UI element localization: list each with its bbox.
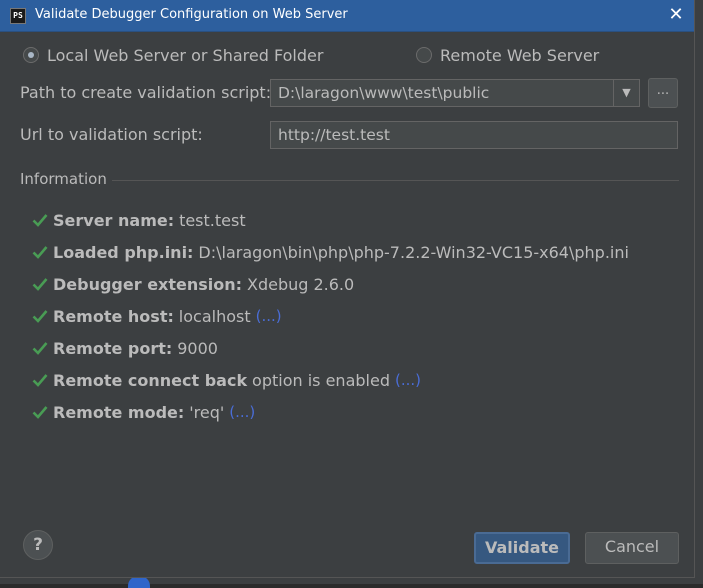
info-key: Server name: [53,210,175,230]
list-item: Debugger extension: Xdebug 2.6.0 [32,268,629,300]
help-button[interactable]: ? [23,530,53,560]
path-combobox[interactable]: D:\laragon\www\test\public ▼ [270,79,640,107]
details-link[interactable]: (...) [229,403,255,421]
close-icon[interactable]: ✕ [666,5,686,25]
path-value[interactable]: D:\laragon\www\test\public [278,84,489,102]
info-key: Remote mode: [53,402,185,422]
chevron-down-icon[interactable]: ▼ [613,80,639,106]
info-value: D:\laragon\bin\php\php-7.2.2-Win32-VC15-… [198,242,629,262]
check-icon [32,342,48,355]
check-icon [32,214,48,227]
path-label: Path to create validation script: [20,83,272,102]
radio-button-icon[interactable] [416,47,432,63]
cancel-button[interactable]: Cancel [585,532,679,564]
info-value: 9000 [177,338,218,358]
info-value: test.test [179,210,246,230]
info-key: Loaded php.ini: [53,242,194,262]
list-item: Loaded php.ini: D:\laragon\bin\php\php-7… [32,236,629,268]
title-bar[interactable]: PS Validate Debugger Configuration on We… [0,0,694,32]
check-icon [32,278,48,291]
window-title: Validate Debugger Configuration on Web S… [35,7,348,22]
check-icon [32,406,48,419]
radio-button-checked-icon[interactable] [23,47,39,63]
information-title: Information [20,170,107,188]
details-link[interactable]: (...) [395,371,421,389]
list-item: Remote connect back option is enabled (.… [32,364,629,396]
info-key: Debugger extension: [53,274,243,294]
radio-local-server[interactable]: Local Web Server or Shared Folder [23,44,323,66]
validate-debugger-dialog: PS Validate Debugger Configuration on We… [0,0,695,578]
divider [112,180,679,181]
phpstorm-icon: PS [10,8,26,24]
list-item: Remote mode: 'req' (...) [32,396,629,428]
info-key: Remote host: [53,306,174,326]
url-label: Url to validation script: [20,125,203,144]
list-item: Remote host: localhost (...) [32,300,629,332]
radio-local-label[interactable]: Local Web Server or Shared Folder [47,46,323,65]
url-input[interactable]: http://test.test [270,121,678,149]
check-icon [32,246,48,259]
info-value: 'req' [189,402,225,422]
background-window-right [695,0,703,584]
info-key: Remote port: [53,338,173,358]
validate-button[interactable]: Validate [474,532,570,564]
info-key: Remote connect back [53,370,248,390]
check-icon [32,374,48,387]
list-item: Server name: test.test [32,204,629,236]
browse-button[interactable]: ... [648,78,678,108]
info-value: localhost [178,306,251,326]
info-value: Xdebug 2.6.0 [246,274,355,294]
list-item: Remote port: 9000 [32,332,629,364]
details-link[interactable]: (...) [256,307,282,325]
radio-remote-label[interactable]: Remote Web Server [440,46,599,65]
info-value: option is enabled [252,370,390,390]
radio-remote-server[interactable]: Remote Web Server [416,44,599,66]
information-list: Server name: test.test Loaded php.ini: D… [32,204,629,428]
check-icon [32,310,48,323]
